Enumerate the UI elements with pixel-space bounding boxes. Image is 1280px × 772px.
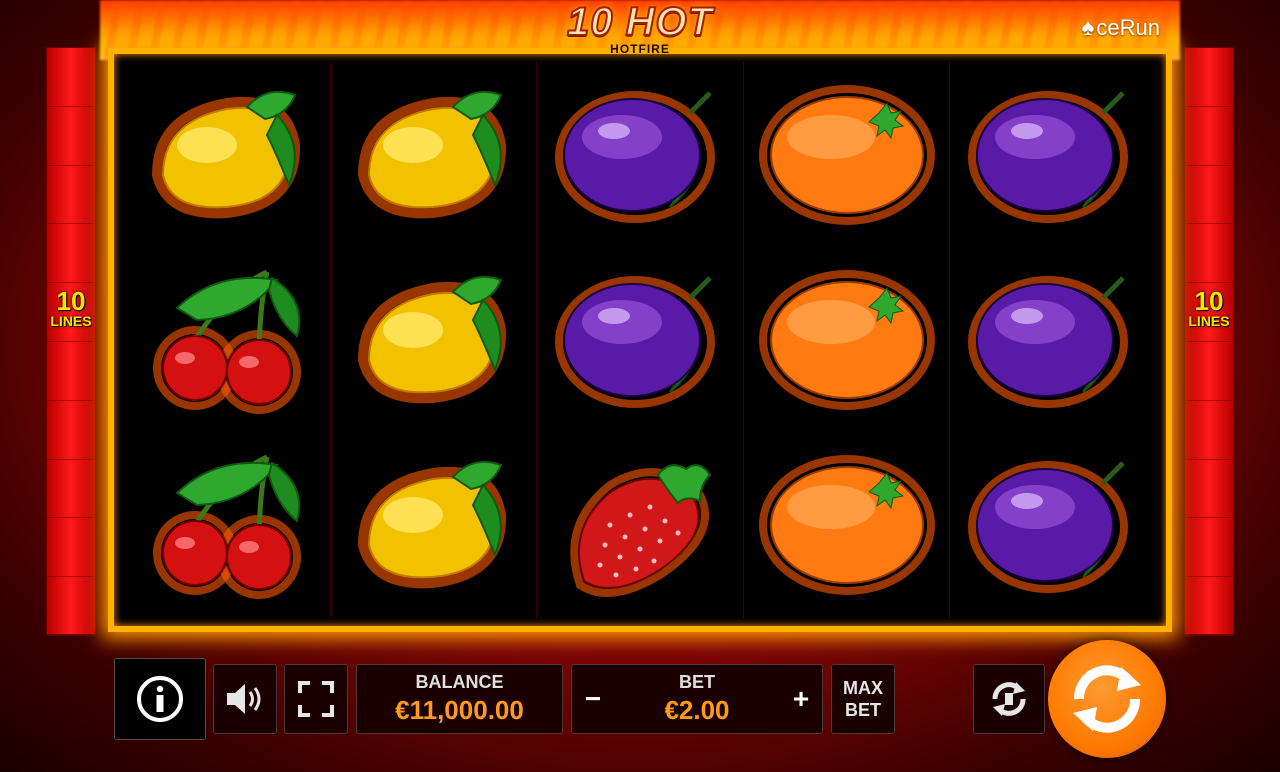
- lines-label: LINES: [50, 313, 92, 329]
- lemon-icon: [331, 62, 537, 247]
- logo-subtitle: HOTFIRE: [610, 42, 670, 56]
- reel-4: [744, 62, 951, 618]
- lemon-icon: [331, 433, 537, 618]
- lines-count: 10: [56, 286, 86, 316]
- paylines-pillar-right: [1184, 47, 1234, 636]
- brand-logo: ♠ ceRun: [1082, 14, 1160, 42]
- lemon-icon: [124, 62, 330, 247]
- strawberry-icon: [537, 433, 743, 618]
- fullscreen-button[interactable]: [284, 664, 348, 734]
- lines-count: 10: [1194, 286, 1224, 316]
- lemon-icon: [331, 247, 537, 432]
- spin-icon: [1073, 665, 1141, 733]
- plum-icon: [950, 433, 1156, 618]
- plum-icon: [537, 62, 743, 247]
- reel-5: [950, 62, 1156, 618]
- orange-icon: [744, 433, 950, 618]
- orange-icon: [744, 62, 950, 247]
- orange-icon: [744, 247, 950, 432]
- bet-value: €2.00: [664, 695, 730, 725]
- speaker-icon: [227, 684, 261, 714]
- autoplay-button[interactable]: [973, 664, 1045, 734]
- sound-button[interactable]: [213, 664, 277, 734]
- lines-indicator-left: 10 LINES: [46, 288, 96, 328]
- bet-increase-button[interactable]: +: [786, 683, 816, 715]
- max-bet-label-line1: MAX: [843, 678, 883, 698]
- cherry-icon: [124, 247, 330, 432]
- game-logo: 10 HOT HOTFIRE: [540, 0, 740, 60]
- plum-icon: [950, 62, 1156, 247]
- bet-label: BET: [678, 672, 715, 692]
- spin-button[interactable]: [1048, 640, 1166, 758]
- balance-label: BALANCE: [415, 672, 504, 692]
- fullscreen-icon: [298, 681, 334, 717]
- autoplay-icon: [992, 682, 1026, 716]
- brand-text: ceRun: [1096, 15, 1160, 40]
- lines-label: LINES: [1188, 313, 1230, 329]
- info-icon: [137, 676, 183, 722]
- balance-value: €11,000.00: [395, 695, 524, 725]
- max-bet-button[interactable]: MAX BET: [831, 664, 895, 734]
- plum-icon: [537, 247, 743, 432]
- reel-1: [124, 62, 331, 618]
- reels-grid: [124, 62, 1156, 618]
- max-bet-label-line2: BET: [845, 700, 881, 720]
- reel-frame: [108, 48, 1172, 632]
- bet-decrease-button[interactable]: −: [578, 683, 608, 715]
- ace-spade-icon: ♠: [1081, 14, 1095, 41]
- lines-indicator-right: 10 LINES: [1184, 288, 1234, 328]
- paylines-pillar-left: [46, 47, 96, 636]
- reel-2: [331, 62, 538, 618]
- plum-icon: [950, 247, 1156, 432]
- info-button[interactable]: [114, 658, 206, 740]
- logo-title: 10 HOT: [566, 0, 714, 44]
- cherry-icon: [124, 433, 330, 618]
- bet-selector: − BET €2.00 +: [571, 664, 823, 734]
- reel-3: [537, 62, 744, 618]
- balance-display: BALANCE €11,000.00: [356, 664, 563, 734]
